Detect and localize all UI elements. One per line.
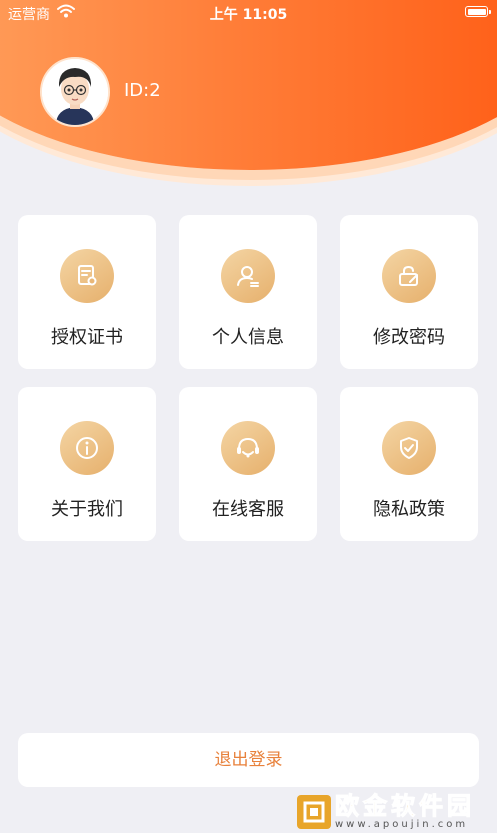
user-id: ID:2 [124,80,161,101]
menu-card-label: 隐私政策 [373,499,445,520]
user-profile-icon [221,249,275,303]
status-time: 上午 11:05 [209,7,288,23]
headset-icon [221,421,275,475]
certificate-icon [60,249,114,303]
watermark-url: www.apoujin.com [335,819,469,830]
avatar-cartoon-icon [42,59,108,125]
avatar[interactable] [40,57,110,127]
menu-card-about-us[interactable]: 关于我们 [18,387,156,541]
watermark-text: 欧金软件园 www.apoujin.com [335,794,475,830]
battery-icon [465,6,491,17]
menu-card-label: 授权证书 [51,327,123,348]
logout-button[interactable]: 退出登录 [18,733,479,787]
menu-grid: 授权证书 个人信息 修改密码 关于我们 在线客服 隐私政策 [18,215,479,541]
menu-card-label: 关于我们 [51,499,123,520]
menu-card-certificate[interactable]: 授权证书 [18,215,156,369]
menu-card-change-password[interactable]: 修改密码 [340,215,478,369]
menu-card-personal-info[interactable]: 个人信息 [179,215,317,369]
menu-card-label: 修改密码 [373,327,445,348]
menu-card-label: 个人信息 [212,327,284,348]
watermark-logo-icon [297,795,331,829]
menu-card-label: 在线客服 [212,499,284,520]
lock-edit-icon [382,249,436,303]
menu-card-customer-service[interactable]: 在线客服 [179,387,317,541]
info-icon [60,421,114,475]
menu-card-privacy-policy[interactable]: 隐私政策 [340,387,478,541]
status-bar: 运营商 上午 11:05 [0,0,497,26]
watermark: 欧金软件园 www.apoujin.com [297,791,497,833]
watermark-name: 欧金软件园 [335,792,475,820]
shield-check-icon [382,421,436,475]
